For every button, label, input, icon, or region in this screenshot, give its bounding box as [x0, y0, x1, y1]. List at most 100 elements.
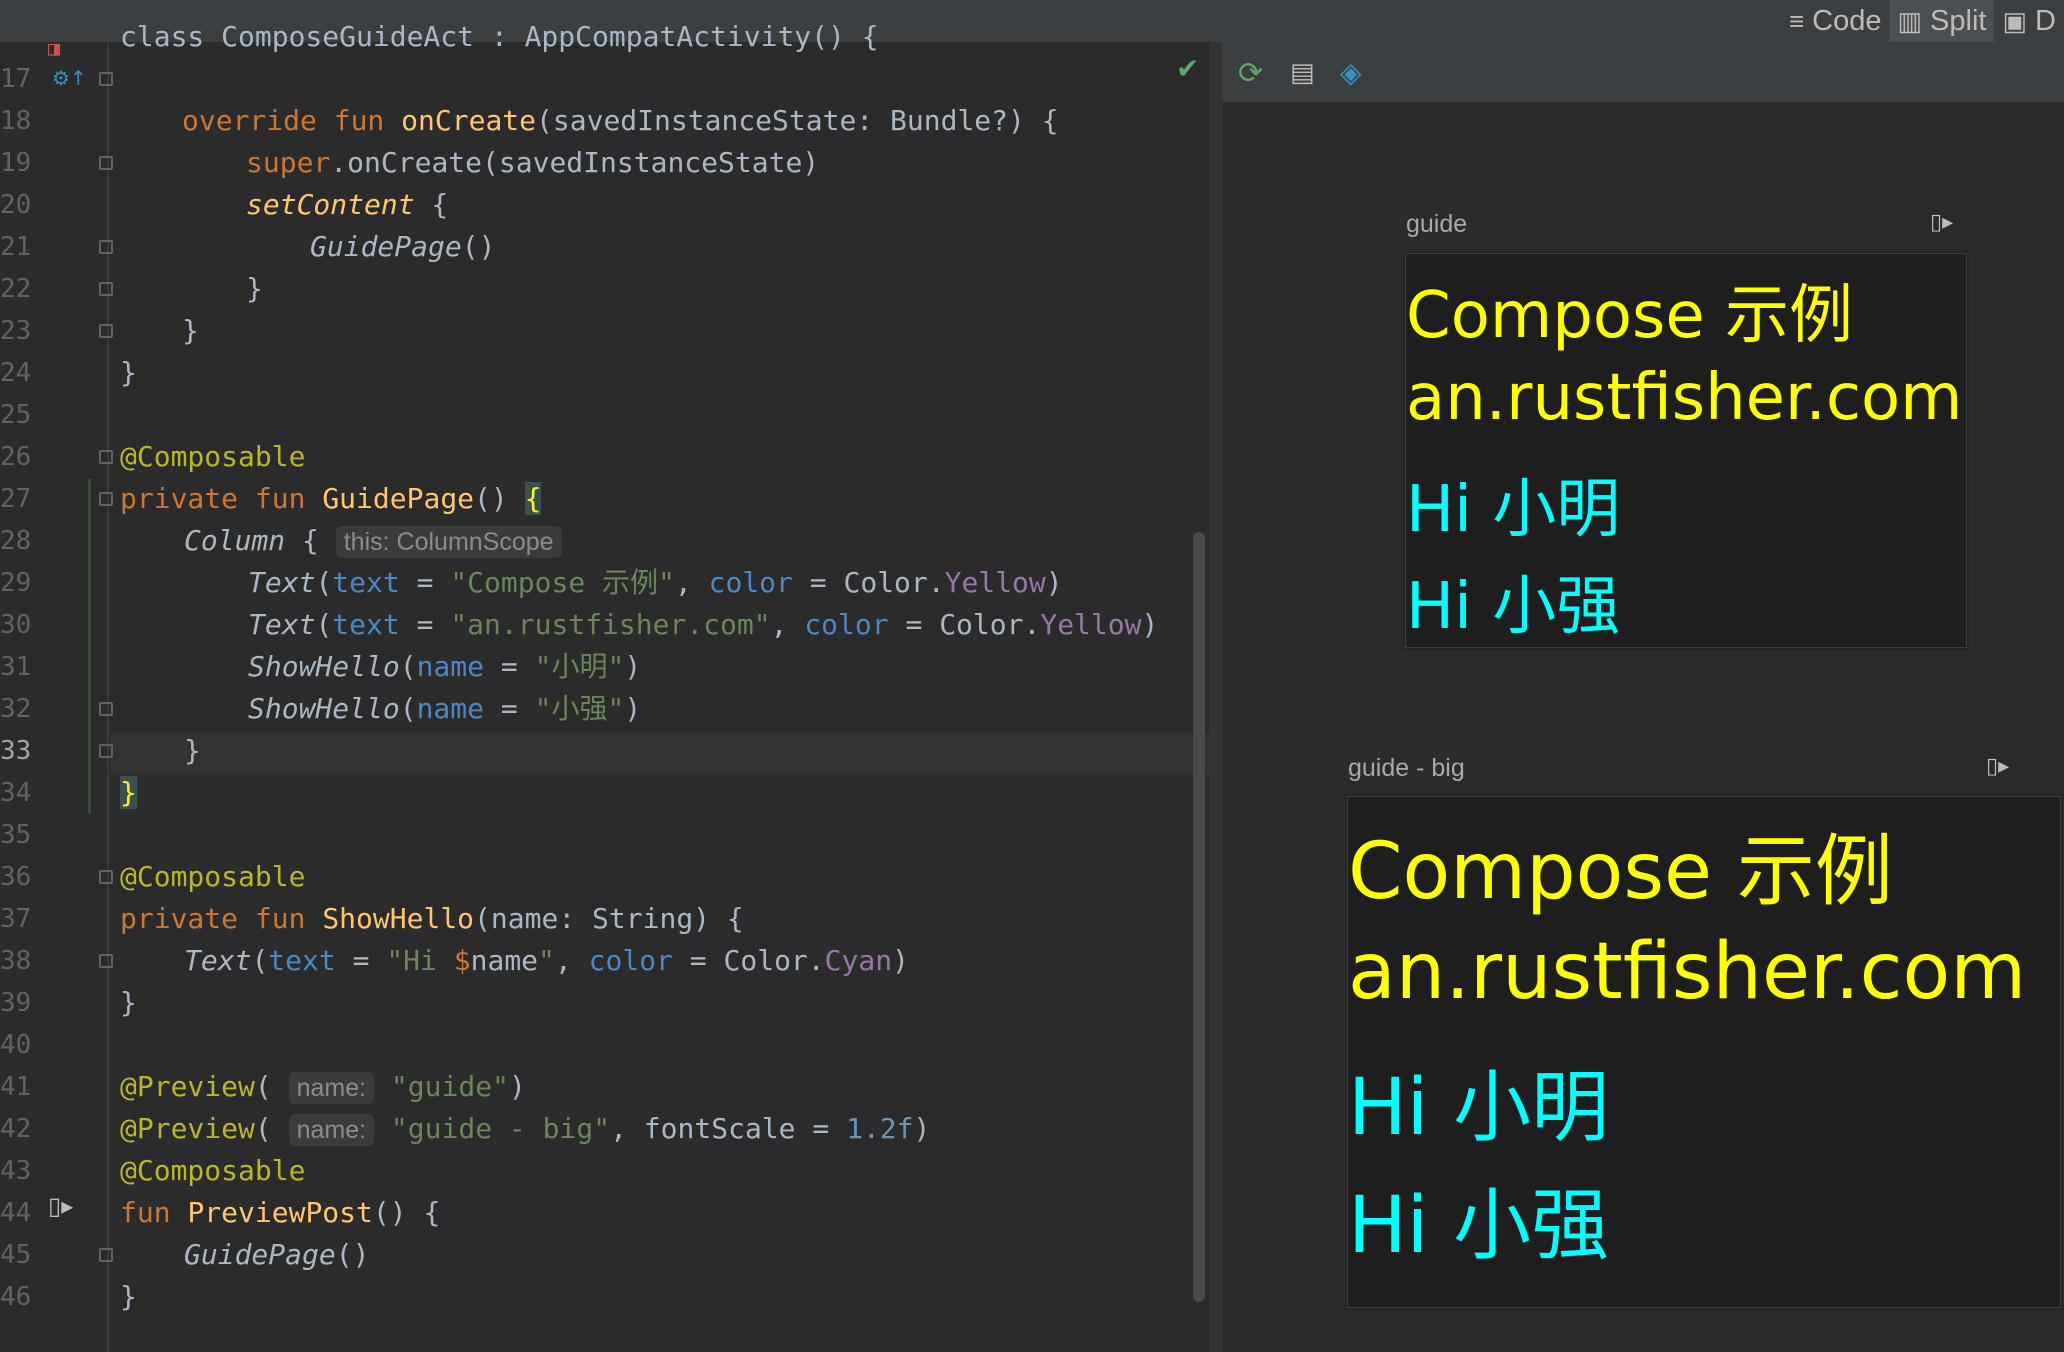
code-line-26: private fun GuidePage() { [120, 482, 542, 515]
line-number[interactable]: 22 [0, 268, 44, 310]
layout-icon[interactable]: ▤ [1290, 58, 1315, 88]
tab-code[interactable]: ≡ Code [1781, 0, 1890, 42]
code-line-23: } [120, 356, 137, 389]
line-number[interactable]: 45 [0, 1234, 44, 1276]
line-number[interactable]: 17 [0, 58, 44, 100]
layers-icon[interactable]: ◈ [1340, 56, 1362, 89]
preview-frame-guide-big[interactable]: Compose 示例 an.rustfisher.com Hi 小明 Hi 小强 [1347, 796, 2061, 1308]
preview-text-hello-1: Hi 小明 [1406, 473, 1621, 547]
split-view-icon: ▥ [1897, 5, 1923, 36]
preview-text-compose: Compose 示例 [1348, 827, 1893, 917]
code-line-36: private fun ShowHello(name: String) { [120, 902, 744, 935]
preview-label-guide-big: guide - big [1348, 754, 1465, 782]
fold-toggle-icon[interactable] [99, 954, 113, 968]
fold-toggle-icon[interactable] [99, 702, 113, 716]
fold-toggle-icon[interactable] [99, 870, 113, 884]
deploy-preview-icon[interactable]: ▯▸ [1986, 754, 2009, 779]
line-number[interactable]: 34 [0, 772, 44, 814]
compose-preview-pane: ⟳ ▤ ◈ guide ▯▸ Compose 示例 an.rustfisher.… [1222, 42, 2064, 1352]
line-number[interactable]: 28 [0, 520, 44, 562]
name-param-hint: name: [288, 1072, 375, 1104]
code-line-37: Text(text = "Hi $name", color = Color.Cy… [184, 944, 909, 977]
code-line-44: GuidePage() [184, 1238, 370, 1271]
line-number[interactable]: 29 [0, 562, 44, 604]
no-problems-check-icon[interactable]: ✔ [1176, 52, 1199, 85]
preview-text-hello-1: Hi 小明 [1348, 1063, 1610, 1153]
fold-toggle-icon[interactable] [99, 156, 113, 170]
code-line-30: ShowHello(name = "小明") [248, 650, 642, 683]
class-marker-icon: ◨ [48, 36, 61, 60]
preview-label-guide: guide [1406, 210, 1468, 238]
fold-toggle-icon[interactable] [99, 1248, 113, 1262]
line-number[interactable]: 19 [0, 142, 44, 184]
editor-scrollbar[interactable] [1193, 532, 1205, 1302]
code-line-45: } [120, 1280, 137, 1313]
line-number[interactable]: 39 [0, 982, 44, 1024]
preview-text-hello-2: Hi 小强 [1406, 570, 1621, 644]
design-view-icon: ▣ [2002, 5, 2028, 36]
code-line-27: Column { this: ColumnScope [184, 520, 562, 562]
code-line-25: @Composable [120, 440, 306, 473]
code-line-32: } [184, 734, 201, 767]
code-line-42: @Composable [120, 1154, 306, 1187]
code-line-40: @Preview( name: "guide") [120, 1070, 526, 1104]
code-line-35: @Composable [120, 860, 306, 893]
line-number[interactable]: 43 [0, 1150, 44, 1192]
deploy-preview-icon[interactable]: ▯▸ [1930, 210, 1953, 235]
code-line-19: setContent { [246, 188, 449, 221]
line-number[interactable]: 18 [0, 100, 44, 142]
fold-toggle-icon[interactable] [99, 492, 113, 506]
line-number[interactable]: 33 [0, 730, 44, 772]
fold-toggle-icon[interactable] [99, 240, 113, 254]
code-line-28: Text(text = "Compose 示例", color = Color.… [248, 566, 1063, 599]
column-scope-hint: this: ColumnScope [335, 526, 562, 558]
line-number[interactable]: 20 [0, 184, 44, 226]
code-line-38: } [120, 986, 137, 1019]
refresh-icon[interactable]: ⟳ [1238, 56, 1263, 91]
line-number[interactable]: 40 [0, 1024, 44, 1066]
preview-text-site: an.rustfisher.com [1348, 927, 2027, 1017]
override-icon[interactable]: ⚙↑ [52, 66, 87, 90]
line-number[interactable]: 42 [0, 1108, 44, 1150]
line-number[interactable]: 31 [0, 646, 44, 688]
preview-text-compose: Compose 示例 [1406, 279, 1854, 353]
line-number[interactable]: 41 [0, 1066, 44, 1108]
code-line-18: super.onCreate(savedInstanceState) [246, 146, 820, 179]
preview-text-site: an.rustfisher.com [1406, 361, 1963, 435]
code-view-icon: ≡ [1788, 5, 1805, 36]
line-number[interactable]: 36 [0, 856, 44, 898]
code-line-41: @Preview( name: "guide - big", fontScale… [120, 1112, 931, 1146]
line-number[interactable]: 21 [0, 226, 44, 268]
line-number[interactable]: 35 [0, 814, 44, 856]
code-line-17: override fun onCreate(savedInstanceState… [182, 104, 1059, 137]
tab-design[interactable]: ▣ D [1994, 0, 2064, 42]
tab-code-label: Code [1812, 4, 1882, 37]
tab-design-label: D [2035, 4, 2056, 37]
line-number[interactable]: 38 [0, 940, 44, 982]
fold-toggle-icon[interactable] [99, 744, 113, 758]
code-line-29: Text(text = "an.rustfisher.com", color =… [248, 608, 1159, 641]
line-number[interactable]: 32 [0, 688, 44, 730]
line-number[interactable]: 23 [0, 310, 44, 352]
line-number[interactable]: 44 [0, 1192, 44, 1234]
tab-split-label: Split [1930, 4, 1987, 37]
vcs-change-marker [88, 479, 91, 814]
fold-toggle-icon[interactable] [99, 72, 113, 86]
line-number[interactable]: 24 [0, 352, 44, 394]
name-param-hint: name: [288, 1114, 375, 1146]
line-number[interactable]: 25 [0, 394, 44, 436]
fold-toggle-icon[interactable] [99, 450, 113, 464]
line-number[interactable]: 27 [0, 478, 44, 520]
split-divider[interactable] [1210, 42, 1222, 1352]
line-number[interactable]: 37 [0, 898, 44, 940]
fold-toggle-icon[interactable] [99, 324, 113, 338]
line-number[interactable]: 26 [0, 436, 44, 478]
current-line-highlight [110, 733, 1210, 775]
preview-frame-guide[interactable]: Compose 示例 an.rustfisher.com Hi 小明 Hi 小强 [1405, 253, 1967, 648]
fold-toggle-icon[interactable] [99, 282, 113, 296]
line-number[interactable]: 46 [0, 1276, 44, 1318]
preview-run-icon[interactable]: ▯▸ [48, 1192, 73, 1220]
tab-split[interactable]: ▥ Split [1889, 0, 1995, 42]
code-editor[interactable]: class ComposeGuideAct : AppCompatActivit… [0, 20, 1210, 1352]
line-number[interactable]: 30 [0, 604, 44, 646]
